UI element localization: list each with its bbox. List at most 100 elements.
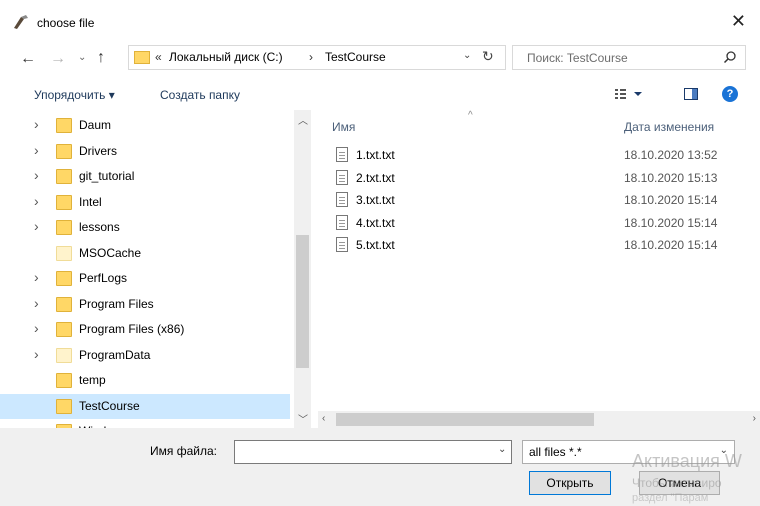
search-input[interactable]: Поиск: TestCourse [527,51,628,65]
file-row[interactable]: 1.txt.txt 18.10.2020 13:52 [318,144,760,166]
tree-item[interactable]: › lessons [0,215,290,240]
file-name: 3.txt.txt [356,193,395,207]
tree-item[interactable]: MSOCache [0,241,290,266]
title-bar: choose file ✕ [0,0,760,42]
breadcrumb-testcourse[interactable]: TestCourse [325,50,386,64]
preview-pane-icon[interactable] [684,88,698,100]
folder-icon [134,51,150,64]
open-button[interactable]: Открыть [529,471,611,495]
file-type-selected: all files *.* [529,445,582,459]
folder-icon [56,118,72,133]
dialog-footer: Имя файла: ⌄ all files *.* ⌄ Открыть Отм… [0,428,760,506]
column-header-name[interactable]: Имя [332,120,355,134]
expand-chevron-icon[interactable]: › [34,346,39,362]
search-icon[interactable] [723,50,737,64]
column-header-date-modified[interactable]: Дата изменения [624,120,714,134]
scroll-down-chevron-icon[interactable]: ﹀ [298,411,308,426]
file-date-modified: 18.10.2020 15:14 [624,215,718,230]
file-date-modified: 18.10.2020 15:14 [624,238,718,252]
file-row[interactable]: 4.txt.txt 18.10.2020 15:14 [318,212,760,234]
tree-item[interactable]: › Program Files [0,292,290,317]
folder-icon [56,220,72,235]
help-icon[interactable]: ? [722,86,738,102]
folder-icon [56,245,72,261]
tree-item[interactable]: › git_tutorial [0,164,290,189]
folder-icon [56,143,72,159]
expand-chevron-icon[interactable]: › [34,193,39,209]
text-file-icon [336,192,348,207]
breadcrumb-overflow-icon[interactable]: « [155,50,162,64]
tree-item-label: ProgramData [79,347,151,362]
tree-item[interactable]: › Program Files (x86) [0,317,290,342]
tree-item[interactable]: temp [0,368,290,393]
tree-item[interactable]: ›Windows [0,419,290,428]
breadcrumb-separator-icon[interactable]: › [309,50,313,64]
tree-item-label: Program Files [79,296,154,311]
filename-input[interactable] [234,440,512,464]
tree-item-label: TestCourse [79,398,140,413]
view-options-icon[interactable] [614,86,646,102]
tree-item-label: lessons [79,220,120,234]
tree-item-label: Drivers [79,143,117,158]
scroll-up-chevron-icon[interactable]: ︿ [298,112,308,127]
sort-ascending-icon: ^ [468,110,473,121]
folder-icon [56,296,72,312]
file-row[interactable]: 3.txt.txt 18.10.2020 15:14 [318,189,760,211]
new-folder-button[interactable]: Создать папку [160,88,240,102]
file-name: 1.txt.txt [356,148,395,162]
file-name: 4.txt.txt [356,215,395,230]
tree-item[interactable]: TestCourse [0,393,290,419]
folder-icon [56,194,72,210]
folder-icon [56,169,72,184]
tree-item[interactable]: › PerfLogs [0,266,290,291]
refresh-icon[interactable]: ↻ [482,48,494,65]
expand-chevron-icon[interactable]: › [34,167,39,183]
file-row[interactable]: 5.txt.txt 18.10.2020 15:14 [318,234,760,256]
activation-watermark-line1: Чтобы активиро [632,476,722,490]
expand-chevron-icon[interactable]: › [34,142,39,158]
filename-label: Имя файла: [150,444,217,458]
forward-arrow-icon[interactable]: → [50,50,66,68]
tree-vertical-scrollbar[interactable]: ︿ ﹀ [294,110,311,428]
expand-chevron-icon[interactable]: › [34,295,39,311]
recent-locations-chevron-icon[interactable]: ⌄ [78,52,86,63]
file-list: ^ Имя Дата изменения 1.txt.txt 18.10.2020… [318,110,760,410]
address-dropdown-chevron-icon[interactable]: ⌄ [463,50,471,61]
tree-item[interactable]: › Intel [0,190,290,215]
address-bar[interactable]: « Локальный диск (C:) › TestCourse ⌄ ↻ [128,45,506,70]
activation-watermark-line2: раздел "Парам [632,492,709,504]
file-list-scrollbar-thumb[interactable] [336,413,594,426]
folder-icon [56,347,72,363]
file-date-modified: 18.10.2020 15:14 [624,193,718,207]
folder-icon [56,271,72,286]
tree-item-label: Intel [79,194,102,209]
up-arrow-icon[interactable]: ↑ [97,49,105,67]
expand-chevron-icon[interactable]: › [34,218,39,234]
scroll-left-chevron-icon[interactable]: ‹ [322,413,325,424]
tree-item-label: temp [79,373,106,387]
close-icon[interactable]: ✕ [731,11,746,31]
expand-chevron-icon[interactable]: › [34,116,39,132]
text-file-icon [336,169,348,185]
folder-icon [56,373,72,388]
tree-item[interactable]: › ProgramData [0,343,290,368]
tree-item-label: PerfLogs [79,271,128,285]
window-title: choose file [37,16,95,30]
tree-item[interactable]: › Drivers [0,139,290,164]
command-toolbar: Упорядочить ▾ Создать папку ? [0,78,760,110]
back-arrow-icon[interactable]: ← [20,50,36,68]
tree-item[interactable]: › Daum [0,113,290,138]
breadcrumb-drive-c[interactable]: Локальный диск (C:) [169,50,283,64]
organize-button[interactable]: Упорядочить ▾ [34,88,115,102]
search-box[interactable]: Поиск: TestCourse [512,45,746,70]
expand-chevron-icon[interactable]: › [34,269,39,285]
file-list-horizontal-scrollbar[interactable]: ‹ › [318,411,760,428]
scroll-right-chevron-icon[interactable]: › [753,413,756,424]
file-date-modified: 18.10.2020 13:52 [624,148,718,162]
expand-chevron-icon[interactable]: › [34,320,39,336]
file-name: 2.txt.txt [356,170,395,185]
tree-scrollbar-thumb[interactable] [296,235,309,368]
text-file-icon [336,237,348,252]
text-file-icon [336,214,348,230]
file-row[interactable]: 2.txt.txt 18.10.2020 15:13 [318,167,760,189]
